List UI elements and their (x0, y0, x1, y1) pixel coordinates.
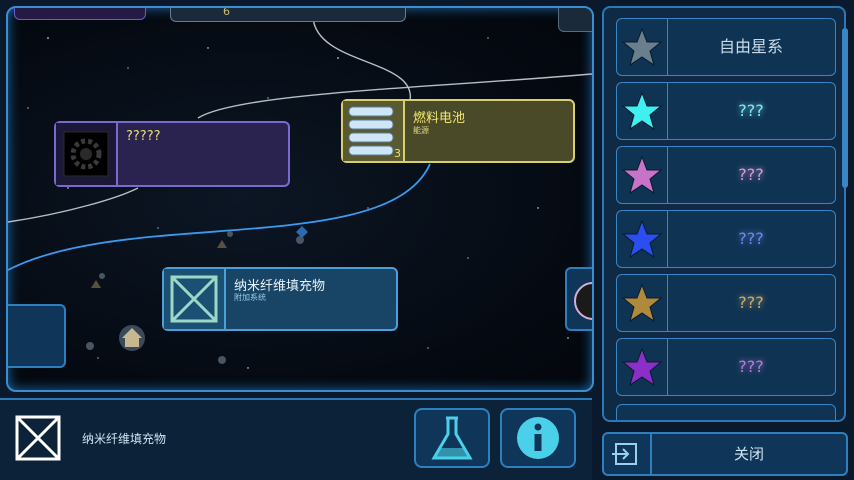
galaxy-list-item-active[interactable]: 自由星系 (616, 18, 836, 76)
nanofiber-icon (15, 415, 61, 461)
tech-node-unknown[interactable]: ????? (54, 121, 290, 187)
info-button[interactable] (500, 408, 576, 468)
nanofiber-icon (164, 269, 226, 329)
galaxy-name: ??? (738, 165, 764, 184)
tech-node-name: 燃料电池 (413, 111, 466, 126)
star-icon (617, 83, 668, 139)
tech-tree-connections (8, 17, 592, 369)
fuel-cell-icon: 3 (343, 101, 405, 161)
tech-node-partial-bottom-left[interactable] (8, 304, 66, 368)
galaxy-name: ??? (738, 357, 764, 376)
selected-item-icon (14, 414, 62, 462)
selected-item-bar: 纳米纤维填充物 (0, 398, 592, 480)
tech-node-category: 附加系统 (234, 293, 266, 302)
galaxy-list-item[interactable]: ??? (616, 274, 836, 332)
galaxy-list-item[interactable]: ??? (616, 210, 836, 268)
tech-node-fuel-cell[interactable]: 3 燃料电池 能源 (341, 99, 575, 163)
galaxy-name: ??? (738, 293, 764, 312)
exit-icon (604, 434, 652, 474)
tech-node-partial-left[interactable] (14, 8, 146, 20)
galaxy-list-item[interactable]: ??? (616, 338, 836, 396)
info-icon (517, 417, 559, 459)
galaxy-list-item[interactable]: ??? (616, 146, 836, 204)
tech-node-nanofiber[interactable]: 纳米纤维填充物 附加系统 (162, 267, 398, 331)
galaxy-name: ??? (738, 229, 764, 248)
flask-icon (431, 416, 473, 460)
tech-node-category: 能源 (413, 126, 429, 135)
galaxy-list-scrollbar[interactable] (842, 28, 848, 188)
tech-node-partial-right-mid[interactable] (565, 267, 592, 331)
galaxy-name: 自由星系 (718, 37, 783, 56)
tech-node-count: 3 (394, 147, 401, 160)
star-icon (617, 275, 668, 331)
tech-node-name: ????? (126, 129, 161, 144)
tech-node-partial-top[interactable]: 6 (170, 6, 406, 22)
research-button[interactable] (414, 408, 490, 468)
close-button-label: 关闭 (733, 445, 764, 463)
close-button[interactable]: 关闭 (602, 432, 848, 476)
home-icon (119, 325, 145, 351)
galaxy-list-item[interactable]: ??? (616, 82, 836, 140)
galaxy-list-item-partial[interactable] (616, 404, 836, 420)
star-icon (617, 147, 668, 203)
star-icon (617, 211, 668, 267)
tech-tree-map[interactable]: 6 ????? 3 燃料电池 能源 纳米纤维填充物 附加系统 (6, 6, 594, 392)
galaxy-name: ??? (738, 101, 764, 120)
selected-item-name: 纳米纤维填充物 (82, 432, 167, 446)
star-icon (617, 339, 668, 395)
galaxy-list-panel[interactable]: 自由星系??????????????? (602, 6, 846, 422)
tech-node-count: 6 (223, 6, 230, 18)
tech-node-partial-right[interactable] (558, 8, 592, 32)
gear-icon (56, 123, 118, 185)
star-icon (617, 19, 668, 75)
planet-icon (574, 282, 592, 320)
